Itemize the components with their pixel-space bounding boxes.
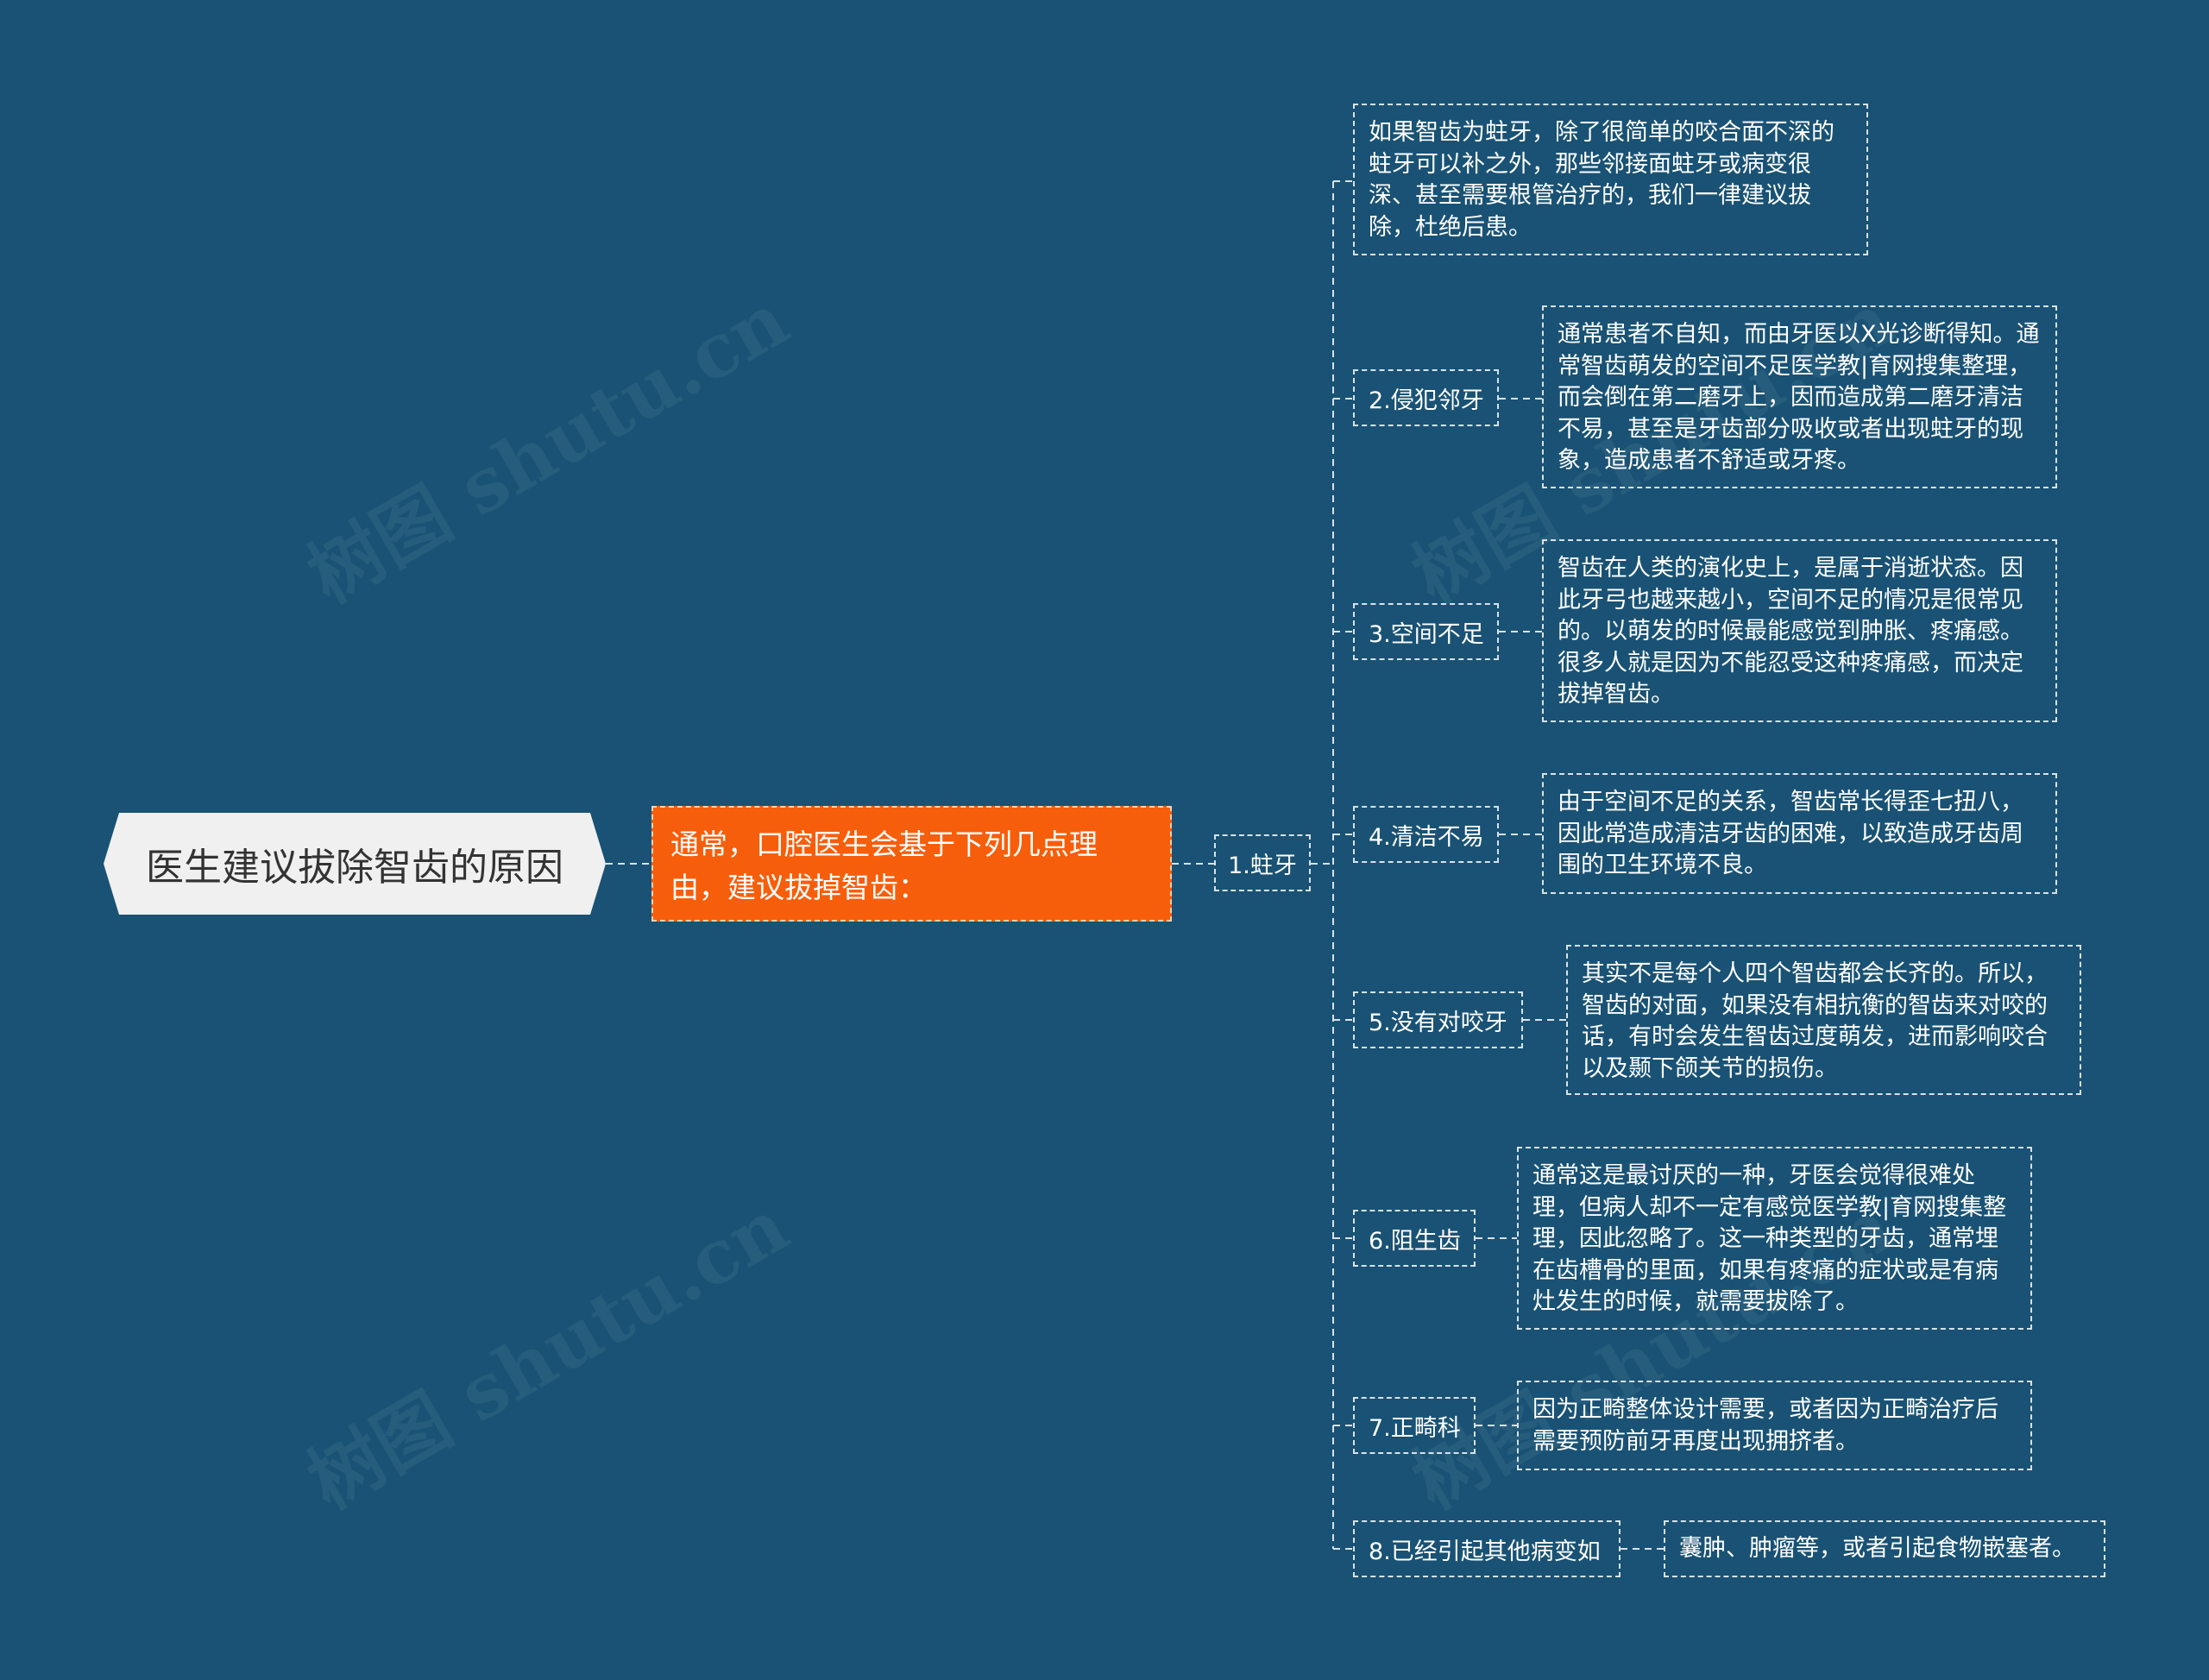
branch-8-label-node[interactable]: 8.已经引起其他病变如 [1353,1520,1621,1577]
branch-6-desc-node[interactable]: 通常这是最讨厌的一种，牙医会觉得很难处理，但病人却不一定有感觉医学教|育网搜集整… [1517,1147,2032,1330]
branch-4-label: 4.清洁不易 [1369,823,1484,851]
branch-2-desc-node[interactable]: 通常患者不自知，而由牙医以X光诊断得知。通常智齿萌发的空间不足医学教|育网搜集整… [1542,305,2057,488]
branch-6-desc-text: 通常这是最讨厌的一种，牙医会觉得很难处理，但病人却不一定有感觉医学教|育网搜集整… [1532,1162,2007,1315]
branch-1-desc-node[interactable]: 如果智齿为蛀牙，除了很简单的咬合面不深的蛀牙可以补之外，那些邻接面蛀牙或病变很深… [1353,104,1868,255]
root-node[interactable]: 医生建议拔除智齿的原因 [104,813,606,915]
branch-7-label: 7.正畸科 [1369,1414,1461,1442]
branch-5-label: 5.没有对咬牙 [1369,1009,1507,1036]
branch-7-desc-node[interactable]: 因为正畸整体设计需要，或者因为正畸治疗后需要预防前牙再度出现拥挤者。 [1517,1381,2032,1470]
main-topic-text: 通常，口腔医生会基于下列几点理由，建议拔掉智齿： [670,827,1098,904]
branch-3-desc-text: 智齿在人类的演化史上，是属于消逝状态。因此牙弓也越来越小，空间不足的情况是很常见… [1558,555,2023,708]
branch-3-label: 3.空间不足 [1369,620,1484,648]
branch-5-desc-node[interactable]: 其实不是每个人四个智齿都会长齐的。所以，智齿的对面，如果没有相抗衡的智齿来对咬的… [1566,945,2081,1095]
branch-4-desc-node[interactable]: 由于空间不足的关系，智齿常长得歪七扭八，因此常造成清洁牙齿的困难，以致造成牙齿周… [1542,773,2057,894]
branch-2-desc-text: 通常患者不自知，而由牙医以X光诊断得知。通常智齿萌发的空间不足医学教|育网搜集整… [1558,321,2040,474]
branch-4-desc-text: 由于空间不足的关系，智齿常长得歪七扭八，因此常造成清洁牙齿的困难，以致造成牙齿周… [1558,789,2023,878]
branch-8-desc-text: 囊肿、肿瘤等，或者引起食物嵌塞者。 [1679,1534,2075,1562]
branch-8-desc-node[interactable]: 囊肿、肿瘤等，或者引起食物嵌塞者。 [1664,1520,2105,1577]
branch-1-desc-text: 如果智齿为蛀牙，除了很简单的咬合面不深的蛀牙可以补之外，那些邻接面蛀牙或病变很深… [1369,119,1835,241]
branch-3-label-node[interactable]: 3.空间不足 [1353,603,1499,660]
main-topic-node[interactable]: 通常，口腔医生会基于下列几点理由，建议拔掉智齿： [651,806,1172,922]
first-item-node[interactable]: 1.蛀牙 [1214,834,1311,891]
branch-6-label: 6.阻生齿 [1369,1227,1461,1255]
branch-2-label: 2.侵犯邻牙 [1369,387,1484,414]
branch-2-label-node[interactable]: 2.侵犯邻牙 [1353,369,1499,426]
branch-8-label: 8.已经引起其他病变如 [1369,1538,1601,1565]
branch-6-label-node[interactable]: 6.阻生齿 [1353,1210,1476,1267]
branch-7-label-node[interactable]: 7.正畸科 [1353,1397,1476,1454]
root-title: 医生建议拔除智齿的原因 [146,846,563,890]
branch-4-label-node[interactable]: 4.清洁不易 [1353,806,1499,863]
branch-5-desc-text: 其实不是每个人四个智齿都会长齐的。所以，智齿的对面，如果没有相抗衡的智齿来对咬的… [1582,960,2048,1082]
branch-3-desc-node[interactable]: 智齿在人类的演化史上，是属于消逝状态。因此牙弓也越来越小，空间不足的情况是很常见… [1542,539,2057,722]
mind-map-canvas: 树图 shutu.cn 树图 shutu.cn 树图 shutu.cn 树图 s… [0,0,2209,1680]
branch-5-label-node[interactable]: 5.没有对咬牙 [1353,991,1523,1048]
first-item-label: 1.蛀牙 [1228,852,1297,879]
branch-7-desc-text: 因为正畸整体设计需要，或者因为正畸治疗后需要预防前牙再度出现拥挤者。 [1532,1396,1998,1455]
